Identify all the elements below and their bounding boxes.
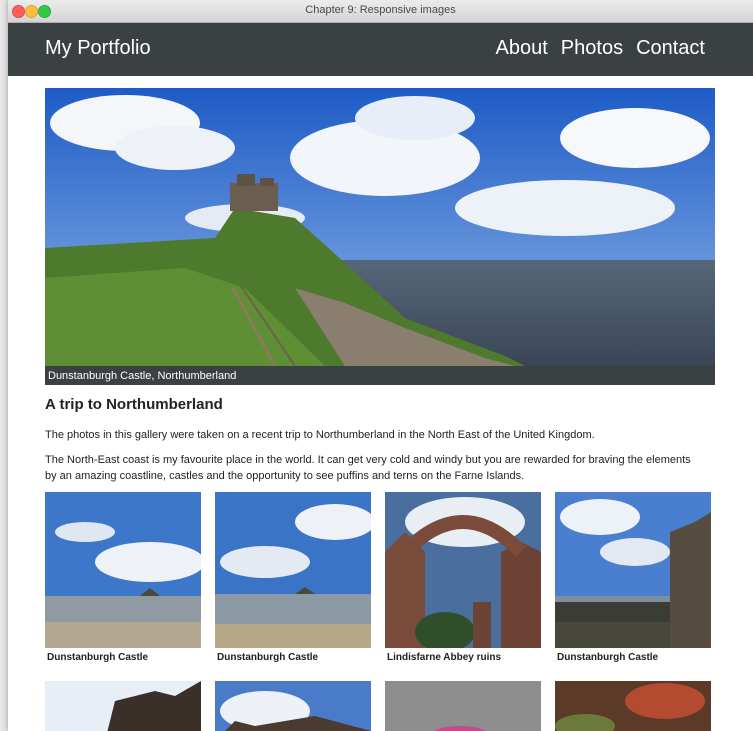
gallery-photo[interactable] — [385, 681, 541, 731]
nav-about[interactable]: About — [496, 37, 548, 60]
gallery-item[interactable]: Lindisfarne Abbey ruins — [385, 492, 541, 663]
article-paragraph: The photos in this gallery were taken on… — [45, 429, 595, 441]
gallery-item[interactable]: Dunstanburgh Castle — [215, 492, 371, 663]
hero-image — [45, 88, 715, 366]
gallery-photo[interactable] — [385, 492, 541, 648]
gallery-caption: Dunstanburgh Castle — [557, 652, 659, 663]
gallery-photo[interactable] — [215, 492, 371, 648]
gallery-photo[interactable] — [45, 681, 201, 731]
gallery-item[interactable] — [215, 681, 371, 731]
gallery-item[interactable]: Dunstanburgh Castle — [45, 492, 201, 663]
title-bar: Chapter 9: Responsive images — [8, 0, 753, 23]
site-brand[interactable]: My Portfolio — [45, 37, 151, 60]
article-heading: A trip to Northumberland — [45, 396, 223, 413]
site-header: My Portfolio About Photos Contact — [8, 23, 753, 76]
hero-caption: Dunstanburgh Castle, Northumberland — [48, 370, 237, 382]
gallery-item[interactable]: Dunstanburgh Castle — [555, 492, 711, 663]
gallery-photo[interactable] — [555, 681, 711, 731]
gallery-photo[interactable] — [45, 492, 201, 648]
gallery-caption: Dunstanburgh Castle — [47, 652, 149, 663]
window-title: Chapter 9: Responsive images — [305, 4, 456, 16]
gallery-item[interactable] — [385, 681, 541, 731]
gallery-photo[interactable] — [555, 492, 711, 648]
browser-window: Chapter 9: Responsive images My Portfoli… — [8, 0, 753, 731]
hero-figure: Dunstanburgh Castle, Northumberland — [45, 88, 715, 385]
gallery-caption: Dunstanburgh Castle — [217, 652, 319, 663]
gallery-caption: Lindisfarne Abbey ruins — [387, 652, 502, 663]
main-nav: About Photos Contact — [496, 37, 705, 60]
article-paragraph: The North-East coast is my favourite pla… — [45, 454, 691, 482]
gallery-item[interactable] — [45, 681, 201, 731]
gallery-item[interactable] — [555, 681, 711, 731]
gallery-photo[interactable] — [215, 681, 371, 731]
nav-contact[interactable]: Contact — [636, 37, 705, 60]
nav-photos[interactable]: Photos — [561, 37, 623, 60]
